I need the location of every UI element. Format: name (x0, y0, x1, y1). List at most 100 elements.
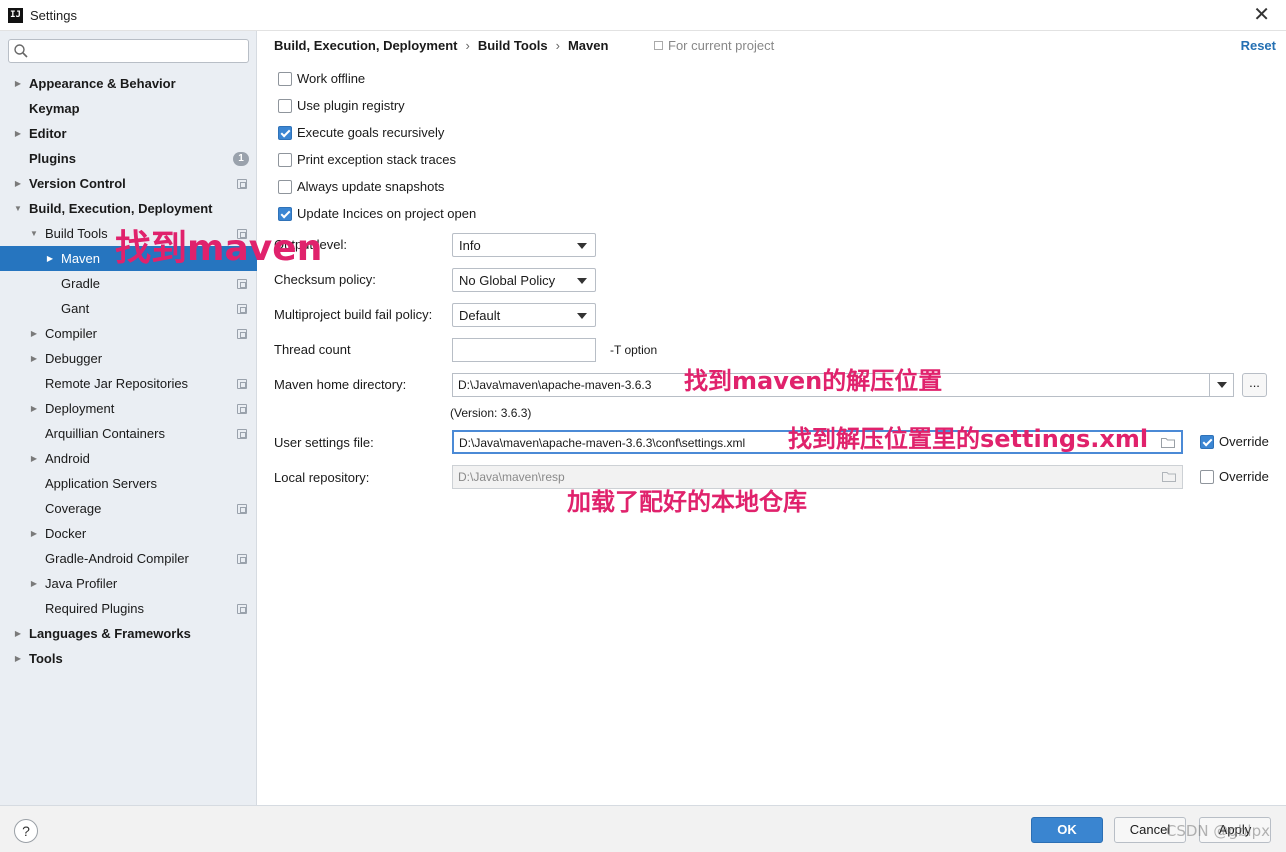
annotation-loaded-local-repo: 加载了配好的本地仓库 (567, 488, 807, 516)
project-level-icon (237, 179, 247, 189)
local-repository-label: Local repository: (274, 470, 370, 485)
sidebar-item-editor[interactable]: ▶ Editor (0, 121, 257, 146)
sidebar-item-languages-frameworks[interactable]: ▶ Languages & Frameworks (0, 621, 257, 646)
breadcrumb-item[interactable]: Build, Execution, Deployment (274, 38, 457, 53)
thread-count-input[interactable] (452, 338, 596, 362)
sidebar-item-docker[interactable]: ▶ Docker (0, 521, 257, 546)
checksum-policy-select[interactable]: No Global Policy (452, 268, 596, 292)
expand-right-icon[interactable]: ▶ (28, 321, 40, 346)
sidebar-item-coverage[interactable]: Coverage (0, 496, 257, 521)
expand-down-icon[interactable]: ▼ (28, 221, 40, 246)
sidebar-item-label: Version Control (29, 176, 126, 191)
user-settings-value: D:\Java\maven\apache-maven-3.6.3\conf\se… (459, 436, 746, 450)
sidebar-item-compiler[interactable]: ▶ Compiler (0, 321, 257, 346)
sidebar-item-label: Required Plugins (45, 601, 145, 616)
csdn-watermark: CSDN @gblpx (1165, 822, 1270, 840)
plugin-update-badge: 1 (233, 152, 249, 166)
sidebar-item-label: Gant (61, 301, 90, 316)
project-level-icon (237, 329, 247, 339)
output-level-select[interactable]: Info (452, 233, 596, 257)
sidebar-item-version-control[interactable]: ▶ Version Control (0, 171, 257, 196)
expand-right-icon[interactable]: ▶ (28, 446, 40, 471)
title-bar: IJ Settings ✕ (0, 0, 1286, 31)
checkbox-box[interactable] (278, 72, 292, 86)
checkbox-box[interactable] (278, 99, 292, 113)
thread-count-label: Thread count (274, 342, 351, 357)
help-button[interactable]: ? (14, 819, 38, 843)
chevron-down-icon[interactable] (1209, 374, 1233, 396)
sidebar-item-label: Gradle-Android Compiler (45, 551, 189, 566)
maven-settings-panel: Build, Execution, Deployment › Build Tools… (258, 31, 1286, 805)
sidebar-item-label: Plugins (29, 151, 76, 166)
sidebar-item-label: Docker (45, 526, 87, 541)
ok-button[interactable]: OK (1031, 817, 1103, 843)
expand-right-icon[interactable]: ▶ (28, 396, 40, 421)
checkbox-label: Execute goals recursively (297, 125, 445, 140)
project-icon (654, 41, 663, 50)
folder-icon[interactable] (1162, 471, 1176, 482)
expand-down-icon[interactable]: ▼ (12, 196, 24, 221)
chevron-down-icon (577, 278, 587, 284)
close-window-button[interactable]: ✕ (1253, 4, 1270, 26)
reset-link[interactable]: Reset (1241, 38, 1276, 54)
sidebar-item-tools[interactable]: ▶ Tools (0, 646, 257, 671)
expand-right-icon[interactable]: ▶ (12, 646, 24, 671)
expand-right-icon[interactable]: ▶ (12, 621, 24, 646)
sidebar-item-deployment[interactable]: ▶ Deployment (0, 396, 257, 421)
sidebar-item-label: Application Servers (45, 476, 157, 491)
project-level-icon (237, 304, 247, 314)
annotation-find-maven: 找到maven (115, 228, 323, 269)
sidebar-item-debugger[interactable]: ▶ Debugger (0, 346, 257, 371)
sidebar-item-gant[interactable]: Gant (0, 296, 257, 321)
intellij-logo-icon: IJ (8, 8, 23, 23)
sidebar-item-java-profiler[interactable]: ▶ Java Profiler (0, 571, 257, 596)
expand-right-icon[interactable]: ▶ (12, 71, 24, 96)
browse-maven-home-button[interactable]: ... (1242, 373, 1267, 397)
expand-right-icon[interactable]: ▶ (28, 571, 40, 596)
checkbox-box[interactable] (278, 180, 292, 194)
checkbox-box[interactable] (278, 153, 292, 167)
sidebar-item-label: Editor (29, 126, 67, 141)
search-input[interactable] (31, 42, 243, 60)
maven-version-label: (Version: 3.6.3) (450, 406, 532, 420)
sidebar-item-application-servers[interactable]: Application Servers (0, 471, 257, 496)
expand-right-icon[interactable]: ▶ (12, 171, 24, 196)
expand-right-icon[interactable]: ▶ (28, 521, 40, 546)
folder-icon[interactable] (1161, 437, 1175, 448)
sidebar-item-label: Remote Jar Repositories (45, 376, 189, 391)
sidebar-item-label: Build, Execution, Deployment (29, 201, 213, 216)
settings-search[interactable] (8, 39, 249, 63)
project-level-icon (237, 604, 247, 614)
sidebar-item-plugins[interactable]: Plugins 1 (0, 146, 257, 171)
breadcrumb-separator: › (555, 38, 560, 53)
expand-right-icon[interactable]: ▶ (12, 121, 24, 146)
window-title: Settings (30, 8, 77, 23)
sidebar-item-keymap[interactable]: Keymap (0, 96, 257, 121)
project-level-icon (237, 429, 247, 439)
expand-right-icon[interactable]: ▶ (44, 246, 56, 271)
breadcrumb-item[interactable]: Build Tools (478, 38, 548, 53)
checkbox-box[interactable] (278, 207, 292, 221)
override-label: Override (1219, 469, 1269, 484)
sidebar-item-android[interactable]: ▶ Android (0, 446, 257, 471)
close-icon: ✕ (1253, 4, 1270, 26)
annotation-find-settings-xml: 找到解压位置里的settings.xml (788, 425, 1149, 453)
sidebar-item-label: Compiler (45, 326, 98, 341)
expand-right-icon[interactable]: ▶ (28, 346, 40, 371)
sidebar-item-build-execution-deployment[interactable]: ▼ Build, Execution, Deployment (0, 196, 257, 221)
sidebar-item-remote-jar-repositories[interactable]: Remote Jar Repositories (0, 371, 257, 396)
local-repository-input[interactable]: D:\Java\maven\resp (452, 465, 1183, 489)
sidebar-item-arquillian-containers[interactable]: Arquillian Containers (0, 421, 257, 446)
sidebar-item-gradle-android-compiler[interactable]: Gradle-Android Compiler (0, 546, 257, 571)
sidebar-item-required-plugins[interactable]: Required Plugins (0, 596, 257, 621)
sidebar-item-label: Appearance & Behavior (29, 76, 176, 91)
checkbox-label: Use plugin registry (297, 98, 405, 113)
checkbox-box[interactable] (1200, 435, 1214, 449)
checkbox-box[interactable] (1200, 470, 1214, 484)
sidebar-item-label: Gradle (61, 276, 101, 291)
sidebar-item-appearance-behavior[interactable]: ▶ Appearance & Behavior (0, 71, 257, 96)
sidebar-item-label: Languages & Frameworks (29, 626, 191, 641)
multiproject-fail-policy-select[interactable]: Default (452, 303, 596, 327)
sidebar-item-gradle[interactable]: Gradle (0, 271, 257, 296)
checkbox-box[interactable] (278, 126, 292, 140)
